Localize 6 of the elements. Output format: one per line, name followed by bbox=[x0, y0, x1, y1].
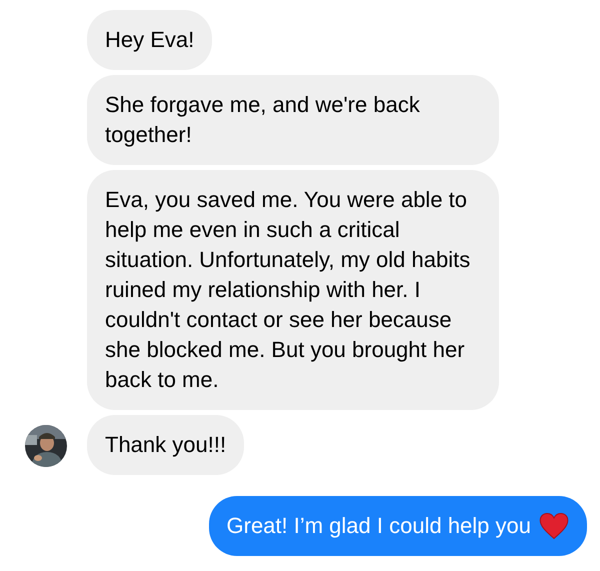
received-message: Eva, you saved me. You were able to help me even in such a critical situation. Unfortunately, my old habits ruined my relationship with her. I couldn't contact or see her because she blocked me. But you brought her back to me. bbox=[87, 170, 499, 410]
heart-icon bbox=[539, 512, 569, 540]
received-message: Hey Eva! bbox=[87, 10, 212, 70]
received-message: Thank you!!! bbox=[87, 415, 244, 475]
sent-message: Great! I’m glad I could help you bbox=[208, 496, 587, 556]
received-message: She forgave me, and we're back together! bbox=[87, 75, 499, 165]
